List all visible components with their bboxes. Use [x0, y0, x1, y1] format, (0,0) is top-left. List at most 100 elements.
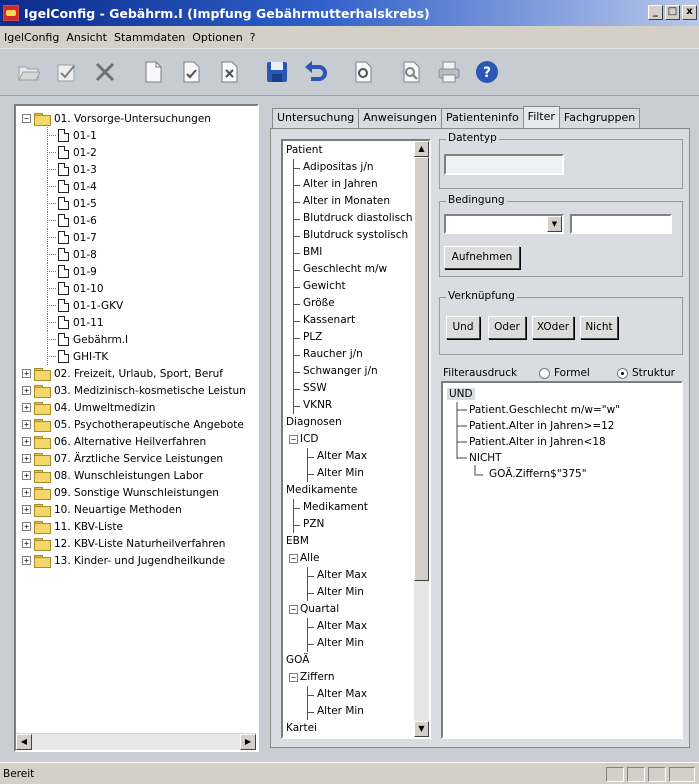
field-group[interactable]: − Alle — [283, 550, 429, 567]
collapse-icon[interactable]: − — [289, 605, 298, 614]
menu-optionen[interactable]: Optionen — [192, 31, 242, 44]
filter-expression-tree[interactable]: UND Patient.Geschlecht m/w="w" Patient.A… — [441, 381, 683, 739]
expr-condition[interactable]: Patient.Geschlecht m/w="w" — [447, 402, 681, 418]
field-item[interactable]: Geschlecht m/w — [283, 261, 429, 278]
collapse-icon[interactable]: − — [289, 435, 298, 444]
aufnehmen-button[interactable]: Aufnehmen — [444, 246, 520, 269]
expand-icon[interactable]: + — [22, 369, 31, 378]
minimize-button[interactable]: _ — [648, 5, 663, 20]
field-tree[interactable]: Patient Adipositas j/n Alter in Jahren A… — [281, 139, 431, 739]
tab-anweisungen[interactable]: Anweisungen — [358, 108, 442, 128]
expr-condition[interactable]: Patient.Alter in Jahren>=12 — [447, 418, 681, 434]
field-item[interactable]: Größe — [283, 295, 429, 312]
und-button[interactable]: Und — [446, 316, 480, 339]
field-item[interactable]: Alter Min — [283, 465, 429, 482]
tab-fachgruppen[interactable]: Fachgruppen — [558, 108, 641, 128]
dropdown-arrow-icon[interactable]: ▼ — [547, 216, 562, 232]
save-icon[interactable] — [262, 57, 292, 87]
field-category[interactable]: EBM — [283, 533, 429, 550]
preview-icon[interactable] — [396, 57, 426, 87]
scroll-left-icon[interactable]: ◀ — [16, 734, 32, 750]
close-button[interactable]: x — [682, 5, 697, 20]
bedingung-value-input[interactable] — [570, 214, 672, 234]
scroll-thumb[interactable] — [414, 157, 429, 581]
delete-x-icon[interactable] — [90, 57, 120, 87]
tree-folder[interactable]: +02. Freizeit, Urlaub, Sport, Beruf — [22, 365, 257, 382]
tree-folder[interactable]: +11. KBV-Liste — [22, 518, 257, 535]
maximize-button[interactable]: □ — [665, 5, 680, 20]
expr-condition[interactable]: Patient.Alter in Jahren<18 — [447, 434, 681, 450]
open-folder-icon[interactable] — [14, 57, 44, 87]
collapse-icon[interactable]: − — [22, 114, 31, 123]
field-item[interactable]: Alter Max — [283, 686, 429, 703]
field-item[interactable]: Alter Max — [283, 448, 429, 465]
oder-button[interactable]: Oder — [488, 316, 526, 339]
expand-icon[interactable]: + — [22, 420, 31, 429]
field-category[interactable]: GOÄ — [283, 652, 429, 669]
expand-icon[interactable]: + — [22, 454, 31, 463]
field-item[interactable]: Alter Min — [283, 703, 429, 720]
expand-icon[interactable]: + — [22, 505, 31, 514]
new-doc-icon[interactable] — [138, 57, 168, 87]
radio-formel[interactable]: Formel — [539, 367, 590, 379]
remove-doc-icon[interactable] — [214, 57, 244, 87]
tree-folder[interactable]: +09. Sonstige Wunschleistungen — [22, 484, 257, 501]
field-item[interactable]: PZN — [283, 516, 429, 533]
tree-leaf[interactable]: 01-5 — [22, 195, 257, 212]
undo-icon[interactable] — [300, 57, 330, 87]
tree-folder[interactable]: +13. Kinder- und Jugendheilkunde — [22, 552, 257, 569]
tree-folder[interactable]: +08. Wunschleistungen Labor — [22, 467, 257, 484]
field-item[interactable]: Alter Max — [283, 567, 429, 584]
field-item[interactable]: BMI — [283, 244, 429, 261]
field-item[interactable]: Schwanger j/n — [283, 363, 429, 380]
tree-folder[interactable]: +10. Neuartige Methoden — [22, 501, 257, 518]
tree-leaf[interactable]: 01-1-GKV — [22, 297, 257, 314]
tree-folder-open[interactable]: −01. Vorsorge-Untersuchungen — [22, 110, 257, 127]
tree-leaf[interactable]: 01-9 — [22, 263, 257, 280]
menu-help[interactable]: ? — [250, 31, 256, 44]
field-item[interactable]: Alter in Jahren — [283, 176, 429, 193]
expand-icon[interactable]: + — [22, 386, 31, 395]
field-category[interactable]: Diagnosen — [283, 414, 429, 431]
xoder-button[interactable]: XOder — [532, 316, 574, 339]
expand-icon[interactable]: + — [22, 437, 31, 446]
tree-leaf[interactable]: 01-7 — [22, 229, 257, 246]
tab-patienteninfo[interactable]: Patienteninfo — [441, 108, 524, 128]
tree-leaf[interactable]: 01-2 — [22, 144, 257, 161]
field-item[interactable]: Blutdruck systolisch — [283, 227, 429, 244]
tree-folder[interactable]: +07. Ärztliche Service Leistungen — [22, 450, 257, 467]
expand-icon[interactable]: + — [22, 539, 31, 548]
field-item[interactable]: Gewicht — [283, 278, 429, 295]
collapse-icon[interactable]: − — [289, 673, 298, 682]
field-category[interactable]: Kartei — [283, 720, 429, 737]
expand-icon[interactable]: + — [22, 556, 31, 565]
expr-nicht[interactable]: NICHT — [447, 450, 681, 466]
scroll-down-icon[interactable]: ▼ — [414, 721, 429, 737]
tree-folder[interactable]: +04. Umweltmedizin — [22, 399, 257, 416]
radio-button-selected-icon[interactable] — [617, 367, 628, 379]
radio-struktur[interactable]: Struktur — [617, 367, 675, 379]
field-item[interactable]: Adipositas j/n — [283, 159, 429, 176]
field-item[interactable]: SSW — [283, 380, 429, 397]
tree-leaf[interactable]: 01-11 — [22, 314, 257, 331]
field-item[interactable]: Medikament — [283, 499, 429, 516]
check-doc-icon[interactable] — [52, 57, 82, 87]
expand-icon[interactable]: + — [22, 471, 31, 480]
field-category[interactable]: Medikamente — [283, 482, 429, 499]
help-icon[interactable]: ? — [472, 57, 502, 87]
menu-ansicht[interactable]: Ansicht — [66, 31, 107, 44]
tree-folder[interactable]: +03. Medizinisch-kosmetische Leistun — [22, 382, 257, 399]
tree-folder[interactable]: +05. Psychotherapeutische Angebote — [22, 416, 257, 433]
field-item[interactable]: VKNR — [283, 397, 429, 414]
tab-untersuchung[interactable]: Untersuchung — [272, 108, 360, 128]
field-item[interactable]: Raucher j/n — [283, 346, 429, 363]
expand-icon[interactable]: + — [22, 488, 31, 497]
tree-leaf[interactable]: 01-3 — [22, 161, 257, 178]
tree-leaf[interactable]: 01-1 — [22, 127, 257, 144]
collapse-icon[interactable]: − — [289, 554, 298, 563]
category-tree[interactable]: −01. Vorsorge-Untersuchungen 01-1 01-2 0… — [14, 104, 259, 752]
tree-folder[interactable]: +12. KBV-Liste Naturheilverfahren — [22, 535, 257, 552]
nicht-button[interactable]: Nicht — [580, 316, 618, 339]
radio-button-icon[interactable] — [539, 367, 550, 379]
tree-leaf[interactable]: GHI-TK — [22, 348, 257, 365]
